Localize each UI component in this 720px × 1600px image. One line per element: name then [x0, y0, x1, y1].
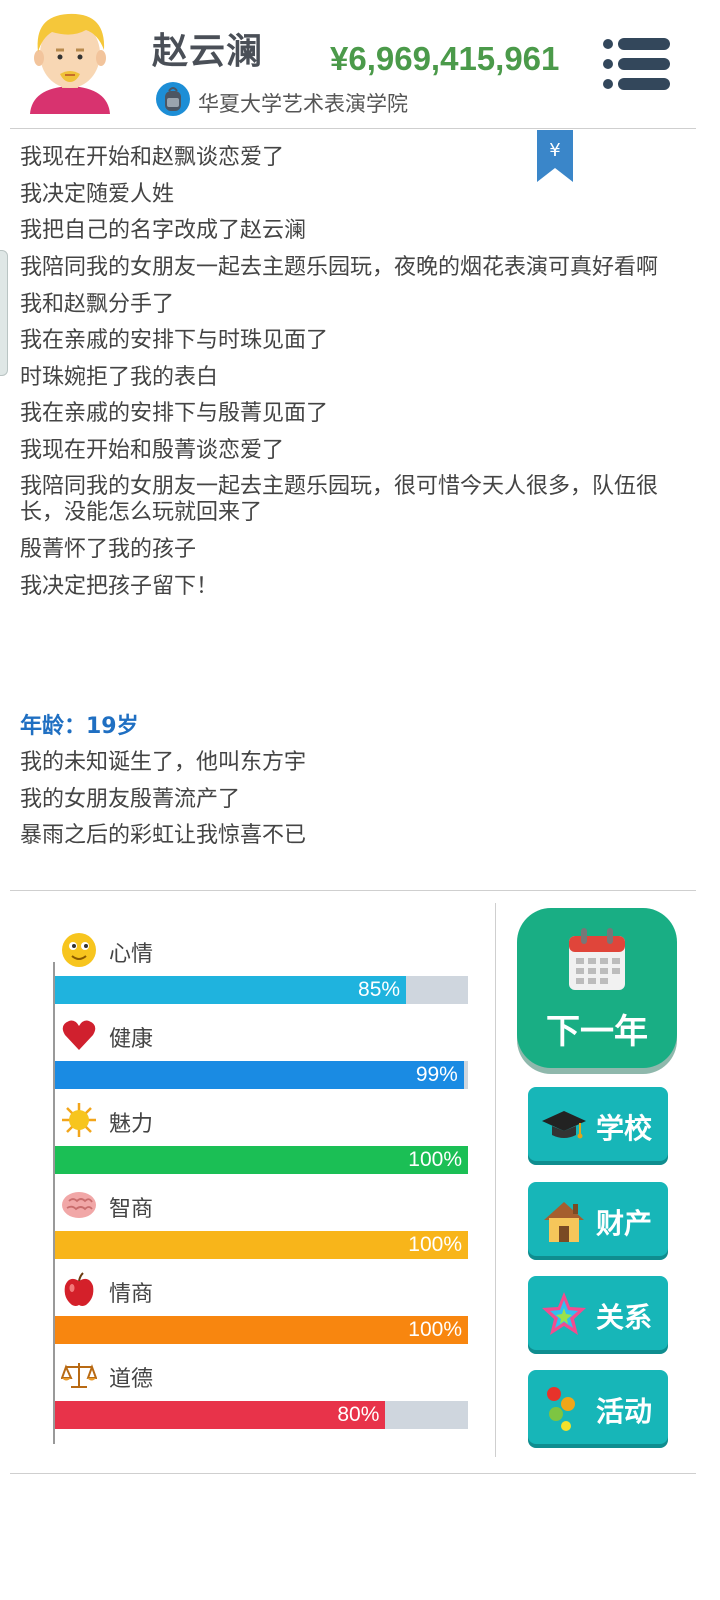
relations-button[interactable]: 关系 — [528, 1276, 668, 1350]
backpack-icon — [156, 82, 190, 116]
log-line: 我决定随爱人姓 — [20, 181, 175, 207]
log-line: 我陪同我的女朋友一起去主题乐园玩，夜晚的烟花表演可真好看啊 — [20, 254, 659, 280]
stat-bar-track: 100% — [55, 1146, 468, 1174]
log-line: 我的未知诞生了，他叫东方宇 — [20, 750, 307, 775]
stat-value: 99% — [415, 1063, 458, 1086]
age-heading: 年龄：19岁 — [20, 714, 139, 739]
log-line: 我现在开始和殷菁谈恋爱了 — [20, 437, 285, 463]
activity-dots-icon — [547, 1387, 575, 1431]
stat-mood: 心情 85% — [55, 932, 468, 1018]
heart-icon — [62, 1020, 96, 1050]
stat-label: 情商 — [109, 1282, 154, 1307]
stat-bar-fill: 100% — [55, 1316, 468, 1344]
side-pull-tab[interactable] — [0, 250, 8, 376]
school-button[interactable]: 学校 — [528, 1087, 668, 1161]
calendar-icon — [569, 928, 625, 990]
activities-label: 活动 — [596, 1395, 653, 1428]
stat-label: 道德 — [109, 1367, 154, 1392]
stat-bar-fill: 80% — [55, 1401, 386, 1429]
stat-value: 100% — [408, 1148, 462, 1171]
brain-icon — [62, 1192, 96, 1218]
log-line: 暴雨之后的彩虹让我惊喜不已 — [20, 823, 307, 848]
log-line: 我在亲戚的安排下与殷菁见面了 — [20, 401, 329, 426]
stat-bar-track: 100% — [55, 1231, 468, 1259]
log-line: 我陪同我的女朋友一起去主题乐园玩，很可惜今天人很多，队伍很长，没能怎么玩就回来了 — [20, 474, 659, 525]
money-balance: ¥6,969,415,961 — [330, 40, 560, 77]
stat-value: 100% — [408, 1233, 462, 1256]
next-year-button[interactable]: 下一年 — [517, 908, 677, 1068]
stat-label: 魅力 — [109, 1112, 154, 1137]
stat-bar-fill: 85% — [55, 976, 407, 1004]
player-name: 赵云澜 — [152, 31, 264, 72]
stat-health: 健康 99% — [55, 1017, 468, 1103]
stat-label: 心情 — [109, 942, 154, 967]
stat-label: 智商 — [109, 1197, 154, 1222]
header: 赵云澜 华夏大学艺术表演学院 ¥6,969,415,961 — [0, 0, 720, 128]
bottom-divider — [10, 1473, 696, 1474]
relations-label: 关系 — [596, 1301, 653, 1334]
stat-label: 健康 — [109, 1027, 154, 1052]
school-label: 学校 — [596, 1112, 653, 1145]
stat-bar-track: 80% — [55, 1401, 468, 1429]
stat-iq: 智商 100% — [55, 1187, 468, 1273]
stat-morality: 道德 80% — [55, 1357, 468, 1443]
star-icon — [542, 1292, 586, 1335]
stat-eq: 情商 100% — [55, 1272, 468, 1358]
sun-icon — [62, 1103, 96, 1137]
graduation-cap-icon — [542, 1111, 586, 1139]
stat-charm: 魅力 100% — [55, 1102, 468, 1188]
life-log: 我现在开始和赵飘谈恋爱了 我决定随爱人姓 我把自己的名字改成了赵云澜 我陪同我的… — [20, 140, 690, 605]
header-divider — [10, 128, 696, 129]
apple-icon — [64, 1272, 94, 1306]
log-line: 时珠婉拒了我的表白 — [20, 364, 219, 390]
stat-bar-fill: 99% — [55, 1061, 464, 1089]
school-name: 华夏大学艺术表演学院 — [198, 92, 408, 116]
log-line: 我和赵飘分手了 — [20, 291, 175, 317]
stat-bar-fill: 100% — [55, 1231, 468, 1259]
scales-icon — [61, 1363, 97, 1388]
log-divider — [10, 890, 696, 891]
property-label: 财产 — [596, 1207, 653, 1240]
log-line: 我现在开始和赵飘谈恋爱了 — [20, 145, 285, 170]
stat-bar-track: 85% — [55, 976, 468, 1004]
stat-value: 85% — [358, 978, 401, 1001]
avatar[interactable] — [22, 8, 118, 114]
stat-bar-track: 99% — [55, 1061, 468, 1089]
smiley-face-icon — [62, 933, 96, 967]
stat-value: 80% — [337, 1403, 380, 1426]
log-line: 我决定把孩子留下！ — [20, 573, 219, 599]
activities-button[interactable]: 活动 — [528, 1370, 668, 1444]
log-line: 我的女朋友殷菁流产了 — [20, 786, 241, 812]
panel-divider — [495, 903, 496, 1457]
log-line: 殷菁怀了我的孩子 — [20, 537, 197, 562]
log-line: 我把自己的名字改成了赵云澜 — [20, 218, 307, 243]
stat-bar-track: 100% — [55, 1316, 468, 1344]
stat-bar-fill: 100% — [55, 1146, 468, 1174]
house-icon — [544, 1202, 584, 1242]
log-line: 我在亲戚的安排下与时珠见面了 — [20, 328, 329, 353]
stat-value: 100% — [408, 1318, 462, 1341]
next-year-label: 下一年 — [546, 1012, 648, 1052]
menu-icon[interactable] — [600, 36, 672, 92]
property-button[interactable]: 财产 — [528, 1182, 668, 1256]
life-log-current-year: 我的未知诞生了，他叫东方宇 我的女朋友殷菁流产了 暴雨之后的彩虹让我惊喜不已 — [20, 745, 690, 855]
